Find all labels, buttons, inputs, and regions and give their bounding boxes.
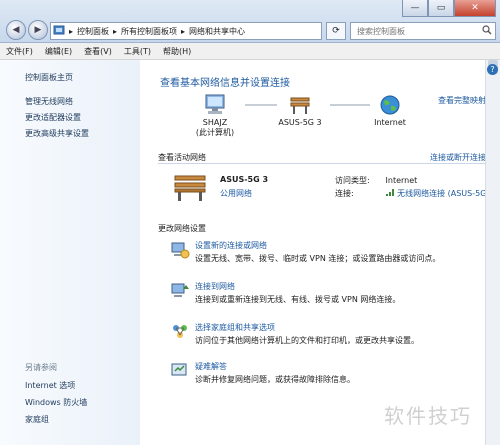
search-icon[interactable] <box>479 25 495 37</box>
menu-bar: 文件(F) 编辑(E) 查看(V) 工具(T) 帮助(H) <box>0 43 500 60</box>
full-map-link[interactable]: 查看完整映射 <box>438 95 486 106</box>
network-type-link[interactable]: 公用网络 <box>220 188 252 199</box>
address-bar[interactable]: ▸ 控制面板 ▸ 所有控制面板项 ▸ 网络和共享中心 <box>50 22 322 40</box>
section-divider <box>158 163 486 164</box>
map-computer: SHAJZ (此计算机) <box>185 94 245 138</box>
computer-icon <box>205 94 225 114</box>
task-troubleshoot-title[interactable]: 疑难解答 <box>195 361 227 372</box>
maximize-button[interactable]: ▭ <box>428 0 454 17</box>
task-homegroup-desc: 访问位于其他网络计算机上的文件和打印机，或更改共享设置。 <box>195 336 419 345</box>
map-internet[interactable]: Internet <box>360 94 420 127</box>
connections-row: 连接: 无线网络连接 (ASUS-5G) <box>335 188 490 199</box>
watermark: 软件技巧 <box>384 404 472 428</box>
task-homegroup-title[interactable]: 选择家庭组和共享选项 <box>195 322 275 333</box>
minimize-button[interactable]: — <box>402 0 428 17</box>
menu-help[interactable]: 帮助(H) <box>157 46 197 57</box>
control-panel-window: — ▭ ✕ ◀ ▶ ▸ 控制面板 ▸ 所有控制面板项 ▸ 网络和共享中心 ⟳ 搜… <box>0 0 500 445</box>
sidebar-item-manage-wireless[interactable]: 管理无线网络 <box>25 96 73 107</box>
change-settings-heading: 更改网络设置 <box>158 224 206 233</box>
address-separator: ▸ <box>113 26 118 36</box>
connect-network-icon <box>171 283 189 297</box>
task-connect-network-desc: 连接到或重新连接到无线、有线、拨号或 VPN 网络连接。 <box>195 295 401 304</box>
refresh-button[interactable]: ⟳ <box>326 22 346 40</box>
menu-view[interactable]: 查看(V) <box>78 46 118 57</box>
homegroup-icon <box>173 325 187 338</box>
access-type-value: Internet <box>385 176 418 185</box>
bench-icon <box>290 97 310 114</box>
main-content: 查看基本网络信息并设置连接 查看完整映射 SHAJZ (此计算机) ASUS-5… <box>140 60 490 445</box>
globe-icon <box>380 95 400 115</box>
connect-disconnect-link[interactable]: 连接或断开连接 <box>430 152 486 163</box>
task-connect-network-title[interactable]: 连接到网络 <box>195 281 235 292</box>
sidebar-item-adapter-settings[interactable]: 更改适配器设置 <box>25 112 81 123</box>
sidebar: 控制面板主页 管理无线网络 更改适配器设置 更改高级共享设置 另请参阅 Inte… <box>0 60 140 445</box>
forward-button[interactable]: ▶ <box>28 20 48 40</box>
connections-label: 连接: <box>335 189 354 198</box>
access-type-row: 访问类型: Internet <box>335 175 417 186</box>
back-button[interactable]: ◀ <box>6 20 26 40</box>
breadcrumb-network-center[interactable]: 网络和共享中心 <box>187 26 247 37</box>
close-button[interactable]: ✕ <box>454 0 496 17</box>
nav-buttons: ◀ ▶ <box>6 20 48 40</box>
window-controls: — ▭ ✕ <box>402 0 496 17</box>
breadcrumb-control-panel[interactable]: 控制面板 <box>75 26 111 37</box>
network-bench-icon <box>172 172 208 204</box>
see-also-homegroup[interactable]: 家庭组 <box>25 414 49 425</box>
address-separator: ▸ <box>181 26 186 36</box>
menu-file[interactable]: 文件(F) <box>0 46 39 57</box>
search-input[interactable] <box>355 26 479 36</box>
help-icon[interactable]: ? <box>487 64 498 75</box>
address-separator: ▸ <box>69 26 74 36</box>
wifi-signal-icon <box>385 189 398 198</box>
breadcrumb-all-items[interactable]: 所有控制面板项 <box>119 26 179 37</box>
vertical-scrollbar[interactable]: ? <box>485 60 500 445</box>
sidebar-item-advanced-sharing[interactable]: 更改高级共享设置 <box>25 128 89 139</box>
see-also-firewall[interactable]: Windows 防火墙 <box>25 397 87 408</box>
menu-edit[interactable]: 编辑(E) <box>39 46 78 57</box>
map-computer-sub: (此计算机) <box>195 128 235 137</box>
new-connection-icon <box>171 242 190 259</box>
see-also-heading: 另请参阅 <box>25 363 57 372</box>
active-networks-heading: 查看活动网络 <box>158 153 206 162</box>
task-new-connection-desc: 设置无线、宽带、拨号、临时或 VPN 连接；或设置路由器或访问点。 <box>195 254 441 263</box>
map-internet-label: Internet <box>374 118 406 127</box>
title-bar: — ▭ ✕ ◀ ▶ ▸ 控制面板 ▸ 所有控制面板项 ▸ 网络和共享中心 ⟳ <box>0 0 500 43</box>
map-network-name: ASUS-5G 3 <box>278 118 322 127</box>
map-network[interactable]: ASUS-5G 3 <box>265 94 335 127</box>
control-panel-icon <box>51 25 67 37</box>
map-computer-name: SHAJZ <box>202 118 228 127</box>
page-title: 查看基本网络信息并设置连接 <box>160 78 290 89</box>
task-new-connection-title[interactable]: 设置新的连接或网络 <box>195 240 267 251</box>
task-troubleshoot-desc: 诊断并修复网络问题，或获得故障排除信息。 <box>195 375 355 384</box>
search-box[interactable] <box>350 22 496 40</box>
active-network-name: ASUS-5G 3 <box>220 175 269 184</box>
wireless-connection-link[interactable]: 无线网络连接 (ASUS-5G) <box>397 189 489 198</box>
sidebar-home-link[interactable]: 控制面板主页 <box>25 72 73 83</box>
menu-tools[interactable]: 工具(T) <box>118 46 157 57</box>
access-type-label: 访问类型: <box>335 176 370 185</box>
see-also-internet-options[interactable]: Internet 选项 <box>25 380 75 391</box>
troubleshoot-icon <box>171 363 187 376</box>
